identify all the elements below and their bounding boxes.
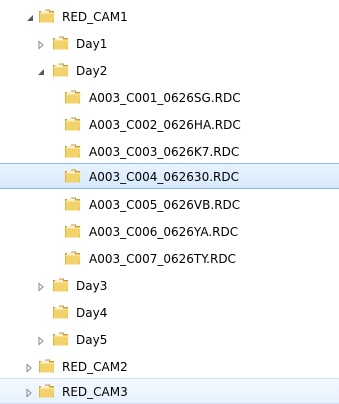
tree-row-file-selected[interactable]: A003_C004_062630.RDC [0, 163, 339, 189]
folder-icon [64, 116, 82, 132]
tree-item-label: A003_C001_0626SG.RDC [89, 91, 241, 105]
tree-row-file[interactable]: A003_C002_0626HA.RDC [0, 112, 339, 138]
tree-item-label: A003_C005_0626VB.RDC [89, 198, 241, 212]
folder-icon [38, 383, 56, 399]
folder-tree: RED_CAM1 Day1 Day2 A003_C001_0626SG.RDC … [0, 0, 339, 404]
folder-icon [52, 35, 70, 51]
folder-icon [52, 277, 70, 293]
expanded-arrow-icon[interactable] [36, 66, 46, 76]
folder-icon [52, 331, 70, 347]
tree-item-label: A003_C007_0626TY.RDC [89, 252, 236, 266]
tree-item-label: Day3 [76, 279, 108, 293]
tree-row-file[interactable]: A003_C001_0626SG.RDC [0, 85, 339, 111]
collapsed-arrow-icon[interactable] [24, 362, 34, 373]
tree-row-red-cam3[interactable]: RED_CAM3 [0, 378, 339, 404]
tree-row-file[interactable]: A003_C005_0626VB.RDC [0, 192, 339, 218]
tree-row-file[interactable]: A003_C006_0626YA.RDC [0, 219, 339, 245]
tree-item-label: A003_C003_0626K7.RDC [89, 145, 240, 159]
tree-item-label: Day5 [76, 333, 108, 347]
tree-item-label: RED_CAM2 [62, 360, 128, 374]
tree-item-label: A003_C004_062630.RDC [89, 170, 239, 184]
tree-item-label: Day1 [76, 37, 108, 51]
tree-item-label: RED_CAM3 [62, 385, 128, 399]
tree-row-red-cam1[interactable]: RED_CAM1 [0, 4, 339, 30]
collapsed-arrow-icon[interactable] [36, 335, 46, 346]
folder-icon [64, 143, 82, 159]
folder-icon [64, 196, 82, 212]
folder-icon [52, 62, 70, 78]
collapsed-arrow-icon[interactable] [24, 387, 34, 398]
tree-row-red-cam2[interactable]: RED_CAM2 [0, 354, 339, 380]
tree-row-day2[interactable]: Day2 [0, 58, 339, 84]
collapsed-arrow-icon[interactable] [36, 39, 46, 50]
tree-item-label: A003_C006_0626YA.RDC [89, 225, 239, 239]
collapsed-arrow-icon[interactable] [36, 281, 46, 292]
tree-row-day1[interactable]: Day1 [0, 31, 339, 57]
tree-row-file[interactable]: A003_C003_0626K7.RDC [0, 139, 339, 165]
tree-row-file[interactable]: A003_C007_0626TY.RDC [0, 246, 339, 272]
folder-icon [64, 250, 82, 266]
folder-icon [38, 358, 56, 374]
folder-icon [64, 168, 82, 184]
tree-row-day4[interactable]: Day4 [0, 300, 339, 326]
folder-icon [64, 223, 82, 239]
tree-item-label: Day2 [76, 64, 108, 78]
tree-row-day3[interactable]: Day3 [0, 273, 339, 299]
tree-item-label: RED_CAM1 [62, 10, 128, 24]
tree-item-label: A003_C002_0626HA.RDC [89, 118, 241, 132]
expanded-arrow-icon[interactable] [25, 12, 35, 22]
tree-row-day5[interactable]: Day5 [0, 327, 339, 353]
folder-icon [52, 304, 70, 320]
folder-icon [38, 8, 56, 24]
tree-item-label: Day4 [76, 306, 108, 320]
folder-icon [64, 89, 82, 105]
